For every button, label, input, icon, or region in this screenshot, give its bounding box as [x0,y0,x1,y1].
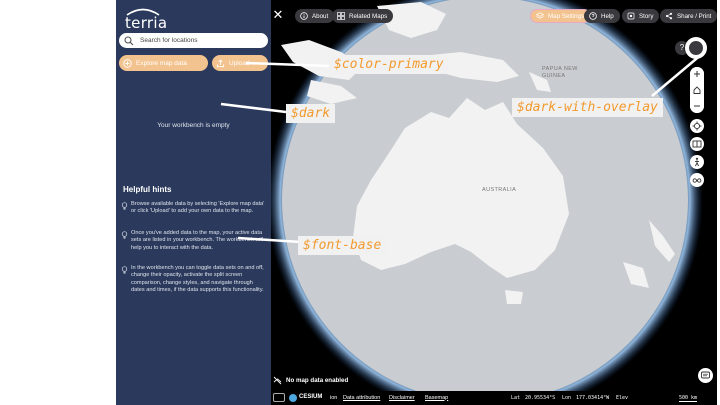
annotation-color-primary: $color-primary [329,55,449,74]
annotation-dark-with-overlay: $dark-with-overlay [512,98,663,117]
annotation-font-base: $font-base [298,236,387,255]
annotation-dark: $dark [286,104,336,123]
